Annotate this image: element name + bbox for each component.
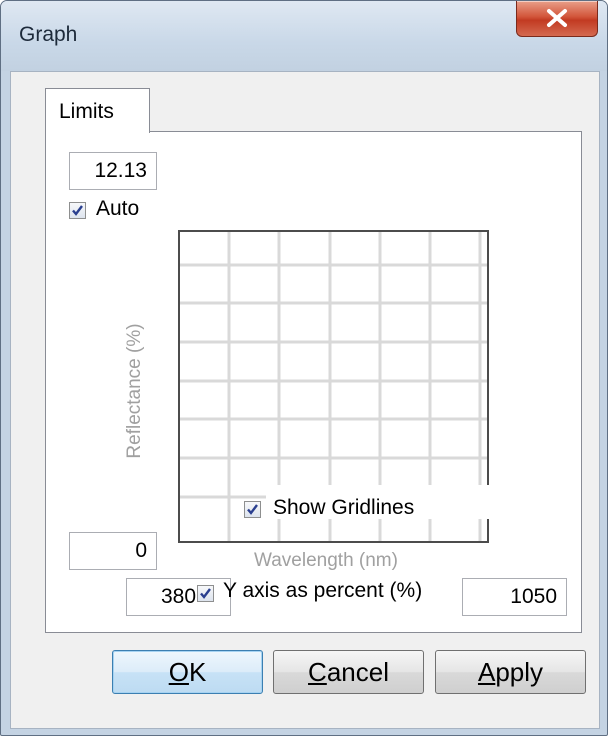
x-min-input[interactable]: 380: [126, 578, 231, 616]
close-button[interactable]: [516, 1, 598, 37]
checkmark-icon: [200, 588, 211, 599]
cancel-button[interactable]: Cancel: [273, 650, 424, 694]
ok-button[interactable]: OK: [112, 650, 263, 694]
dialog-window: Graph Limits 12.13 Auto Reflectance (%) …: [0, 0, 608, 736]
show-gridlines-label: Show Gridlines: [273, 496, 415, 519]
cancel-label-rest: ancel: [326, 657, 389, 687]
auto-label: Auto: [96, 197, 140, 220]
checkmark-icon: [72, 205, 83, 216]
y-percent-label: Y axis as percent (%): [223, 579, 423, 602]
close-icon: [547, 9, 567, 27]
apply-label-rest: pply: [495, 657, 544, 687]
y-axis-label: Reflectance (%): [124, 323, 145, 459]
tab-limits-label: Limits: [59, 100, 114, 123]
ok-mnemonic: O: [168, 657, 189, 687]
y-max-input[interactable]: 12.13: [69, 152, 157, 190]
limits-panel: 12.13 Auto Reflectance (%) Show Gridline…: [45, 131, 582, 633]
show-gridlines-checkbox[interactable]: [244, 501, 261, 518]
x-max-input[interactable]: 1050: [462, 578, 567, 616]
ok-label-rest: K: [188, 657, 207, 687]
apply-mnemonic: A: [477, 657, 496, 687]
cancel-mnemonic: C: [308, 657, 327, 687]
auto-checkbox[interactable]: [69, 202, 86, 219]
checkmark-icon: [247, 504, 258, 515]
x-axis-label: Wavelength (nm): [254, 550, 398, 571]
tab-limits[interactable]: Limits: [45, 88, 150, 133]
y-percent-checkbox[interactable]: [197, 585, 214, 602]
title-bar[interactable]: Graph: [1, 1, 607, 71]
apply-button[interactable]: Apply: [435, 650, 586, 694]
dialog-client-area: Limits 12.13 Auto Reflectance (%) Show G…: [10, 71, 600, 729]
y-min-input[interactable]: 0: [69, 532, 157, 570]
window-title: Graph: [19, 23, 78, 46]
